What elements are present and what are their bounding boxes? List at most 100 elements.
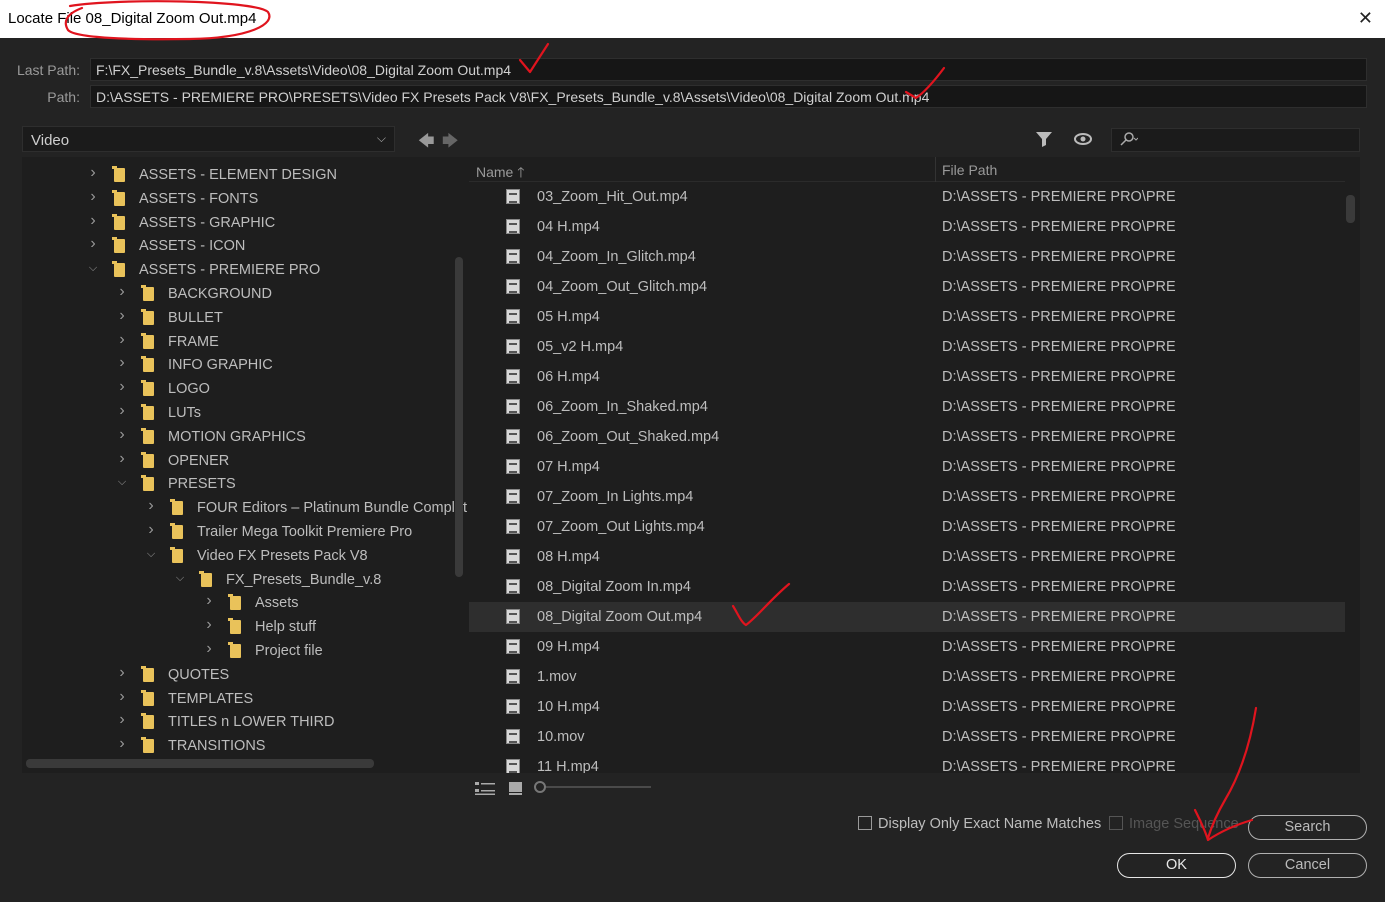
file-row[interactable]: 03_Zoom_Hit_Out.mp4 D:\ASSETS - PREMIERE … [469,182,1345,212]
file-row[interactable]: 06 H.mp4 D:\ASSETS - PREMIERE PRO\PRE [469,362,1345,392]
file-row[interactable]: 10.mov D:\ASSETS - PREMIERE PRO\PRE [469,722,1345,752]
location-dropdown[interactable]: Video ⌵ [22,126,395,152]
list-view-icon[interactable] [474,780,496,799]
tree-item[interactable]: › BACKGROUND [22,283,454,306]
filter-icon[interactable] [1035,130,1053,153]
file-name: 06 H.mp4 [537,369,600,385]
file-row[interactable]: 1.mov D:\ASSETS - PREMIERE PRO\PRE [469,662,1345,692]
chevron-right-icon[interactable]: › [116,735,128,753]
tree-item[interactable]: › Trailer Mega Toolkit Premiere Pro [22,521,454,544]
chevron-right-icon[interactable]: › [116,402,128,420]
file-row[interactable]: 11 H.mp4 D:\ASSETS - PREMIERE PRO\PRE [469,752,1345,773]
file-row[interactable]: 09 H.mp4 D:\ASSETS - PREMIERE PRO\PRE [469,632,1345,662]
tree-item-label: INFO GRAPHIC [168,357,273,374]
file-row[interactable]: 08_Digital Zoom Out.mp4 D:\ASSETS - PREMI… [469,602,1345,632]
tree-item[interactable]: › TRANSITIONS [22,735,454,758]
chevron-right-icon[interactable]: › [116,283,128,301]
column-header-path[interactable]: File Path [942,162,997,178]
file-row[interactable]: 08 H.mp4 D:\ASSETS - PREMIERE PRO\PRE [469,542,1345,572]
file-row[interactable]: 10 H.mp4 D:\ASSETS - PREMIERE PRO\PRE [469,692,1345,722]
tree-item[interactable]: › OPENER [22,450,454,473]
tree-item[interactable]: › ASSETS - GRAPHIC [22,212,454,235]
tree-item[interactable]: › FOUR Editors – Platinum Bundle Complet [22,497,467,520]
file-row[interactable]: 06_Zoom_Out_Shaked.mp4 D:\ASSETS - PREMIE… [469,422,1345,452]
tree-item[interactable]: ⌵ PRESETS [22,473,454,496]
tree-item[interactable]: › LUTs [22,402,454,425]
eye-icon[interactable] [1073,131,1093,152]
chevron-right-icon[interactable]: › [116,664,128,682]
tree-item[interactable]: › QUOTES [22,664,454,687]
file-row[interactable]: 05_v2 H.mp4 D:\ASSETS - PREMIERE PRO\PRE [469,332,1345,362]
search-button[interactable]: Search [1248,815,1367,840]
forward-arrow-icon[interactable]: 🡆 [442,130,459,157]
tree-item[interactable]: › TITLES n LOWER THIRD [22,711,454,734]
tree-item[interactable]: › ASSETS - ICON [22,235,454,258]
file-row[interactable]: 04_Zoom_Out_Glitch.mp4 D:\ASSETS - PREMIE… [469,272,1345,302]
chevron-down-icon[interactable]: ⌵ [87,262,99,275]
tree-item[interactable]: › Help stuff [22,616,454,639]
checkbox-box[interactable] [858,816,872,830]
tree-horizontal-scrollbar[interactable] [26,759,374,768]
tree-item[interactable]: › Assets [22,592,454,615]
file-row[interactable]: 07_Zoom_In Lights.mp4 D:\ASSETS - PREMIER… [469,482,1345,512]
icon-view-icon[interactable] [508,780,524,799]
file-row[interactable]: 04_Zoom_In_Glitch.mp4 D:\ASSETS - PREMIER… [469,242,1345,272]
tree-item[interactable]: › LOGO [22,378,454,401]
column-divider[interactable] [935,157,936,182]
file-row[interactable]: 07 H.mp4 D:\ASSETS - PREMIERE PRO\PRE [469,452,1345,482]
tree-item[interactable]: ⌵ ASSETS - PREMIERE PRO [22,259,454,282]
search-input[interactable] [1111,128,1360,152]
tree-vertical-scrollbar[interactable] [455,257,463,577]
chevron-right-icon[interactable]: › [116,450,128,468]
chevron-right-icon[interactable]: › [145,497,157,515]
chevron-right-icon[interactable]: › [145,521,157,539]
chevron-down-icon[interactable]: ⌵ [145,548,157,561]
exact-match-checkbox[interactable]: Display Only Exact Name Matches [858,816,1101,832]
tree-item[interactable]: › ASSETS - ELEMENT DESIGN [22,164,454,187]
chevron-right-icon[interactable]: › [116,688,128,706]
close-icon[interactable]: ✕ [1358,8,1373,29]
path-field[interactable]: D:\ASSETS - PREMIERE PRO\PRESETS\Video F… [90,85,1367,108]
tree-item[interactable]: › Project file [22,640,454,663]
cancel-button[interactable]: Cancel [1248,853,1367,878]
chevron-right-icon[interactable]: › [116,307,128,325]
tree-item[interactable]: › TEMPLATES [22,688,454,711]
chevron-right-icon[interactable]: › [87,188,99,206]
video-file-icon [506,459,520,474]
tree-item[interactable]: › BULLET [22,307,454,330]
chevron-down-icon[interactable]: ⌵ [116,476,128,489]
chevron-right-icon[interactable]: › [116,331,128,349]
chevron-right-icon[interactable]: › [203,616,215,634]
ok-button[interactable]: OK [1117,853,1236,878]
chevron-right-icon[interactable]: › [87,212,99,230]
tree-item[interactable]: › FRAME [22,331,454,354]
chevron-right-icon[interactable]: › [203,592,215,610]
chevron-down-icon[interactable]: ⌵ [174,572,186,585]
zoom-slider-knob[interactable] [534,781,546,793]
file-row[interactable]: 05 H.mp4 D:\ASSETS - PREMIERE PRO\PRE [469,302,1345,332]
tree-item[interactable]: › ASSETS - FONTS [22,188,454,211]
folder-icon [199,570,212,587]
tree-item[interactable]: ⌵ Video FX Presets Pack V8 [22,545,454,568]
chevron-right-icon[interactable]: › [116,711,128,729]
tree-item-label: TRANSITIONS [168,738,266,755]
file-row[interactable]: 06_Zoom_In_Shaked.mp4 D:\ASSETS - PREMIER… [469,392,1345,422]
chevron-right-icon[interactable]: › [87,235,99,253]
tree-item[interactable]: › MOTION GRAPHICS [22,426,454,449]
tree-item[interactable]: ⌵ FX_Presets_Bundle_v.8 [22,569,454,592]
back-arrow-icon[interactable]: 🡄 [418,130,435,157]
image-sequence-checkbox[interactable]: Image Sequence [1109,816,1239,832]
file-row[interactable]: 08_Digital Zoom In.mp4 D:\ASSETS - PREMIE… [469,572,1345,602]
tree-item[interactable]: › INFO GRAPHIC [22,354,454,377]
file-row[interactable]: 04 H.mp4 D:\ASSETS - PREMIERE PRO\PRE [469,212,1345,242]
checkbox-box[interactable] [1109,816,1123,830]
file-path: D:\ASSETS - PREMIERE PRO\PRE [942,609,1176,625]
list-vertical-scrollbar[interactable] [1346,195,1355,223]
file-row[interactable]: 07_Zoom_Out Lights.mp4 D:\ASSETS - PREMIE… [469,512,1345,542]
chevron-right-icon[interactable]: › [87,164,99,182]
zoom-slider-track[interactable] [541,786,651,788]
chevron-right-icon[interactable]: › [116,354,128,372]
chevron-right-icon[interactable]: › [203,640,215,658]
chevron-right-icon[interactable]: › [116,378,128,396]
chevron-right-icon[interactable]: › [116,426,128,444]
